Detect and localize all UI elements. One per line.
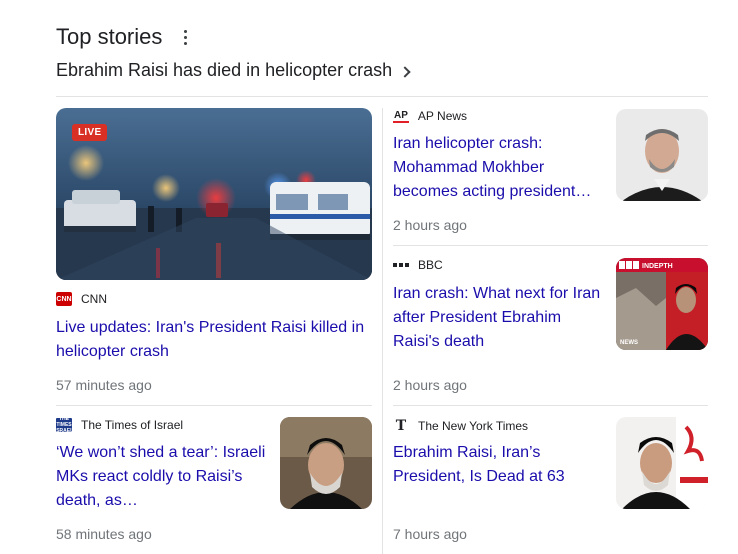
divider — [56, 405, 372, 406]
source-name: The Times of Israel — [81, 418, 184, 432]
source-name: AP News — [417, 109, 468, 123]
nyt-logo-icon: T — [395, 418, 407, 434]
story-source-nyt[interactable]: T The New York Times — [393, 418, 528, 434]
story-thumbnail-ap[interactable] — [616, 109, 708, 201]
story-time-nyt: 7 hours ago — [393, 526, 467, 542]
source-name: CNN — [81, 292, 107, 306]
portrait-image — [280, 417, 372, 509]
story-source-bbc[interactable]: BBC — [393, 258, 443, 272]
live-badge: LIVE — [72, 124, 108, 141]
ap-logo-icon: AP — [393, 109, 409, 123]
story-headline-nyt[interactable]: Ebrahim Raisi, Iran’s President, Is Dead… — [393, 441, 605, 489]
story-time-toi: 58 minutes ago — [56, 526, 152, 542]
bbc-logo-icon — [393, 263, 409, 267]
cnn-logo-icon: CNN — [56, 292, 72, 306]
divider — [393, 405, 708, 406]
bbc-banner-text: INDEPTH — [642, 263, 673, 270]
times-of-israel-logo-icon: THE TIMES ISRAEL — [54, 416, 74, 434]
more-options-icon[interactable] — [178, 28, 192, 46]
divider — [56, 96, 708, 97]
story-thumbnail-toi[interactable] — [280, 417, 372, 509]
story-thumbnail-cnn[interactable]: LIVE — [56, 108, 372, 280]
story-headline-toi[interactable]: ‘We won’t shed a tear’: Israeli MKs reac… — [56, 441, 266, 513]
story-headline-bbc[interactable]: Iran crash: What next for Iran after Pre… — [393, 282, 605, 354]
top-stories-header: Top stories — [56, 24, 192, 50]
story-source-cnn[interactable]: CNN CNN — [56, 292, 107, 306]
source-name: The New York Times — [418, 419, 529, 433]
portrait-image — [616, 417, 708, 509]
bbc-indepth-image: INDEPTH NEWS — [616, 258, 708, 350]
story-headline-cnn[interactable]: Live updates: Iran's President Raisi kil… — [56, 316, 372, 364]
story-thumbnail-nyt[interactable] — [616, 417, 708, 509]
story-thumbnail-bbc[interactable]: INDEPTH NEWS — [616, 258, 708, 350]
story-source-toi[interactable]: THE TIMES ISRAEL The Times of Israel — [54, 416, 184, 434]
topic-title: Ebrahim Raisi has died in helicopter cra… — [56, 60, 393, 80]
column-divider — [382, 108, 383, 554]
source-name: BBC — [418, 258, 443, 272]
story-headline-ap[interactable]: Iran helicopter crash: Mohammad Mokhber … — [393, 132, 605, 204]
story-time-bbc: 2 hours ago — [393, 377, 467, 393]
topic-link[interactable]: Ebrahim Raisi has died in helicopter cra… — [56, 60, 411, 81]
story-time-ap: 2 hours ago — [393, 217, 467, 233]
story-time-cnn: 57 minutes ago — [56, 377, 152, 393]
bbc-footer-text: NEWS — [620, 340, 638, 346]
chevron-right-icon — [399, 65, 411, 78]
portrait-image — [616, 109, 708, 201]
divider — [393, 245, 708, 246]
story-source-ap[interactable]: AP AP News — [393, 109, 467, 123]
section-title: Top stories — [56, 24, 163, 49]
